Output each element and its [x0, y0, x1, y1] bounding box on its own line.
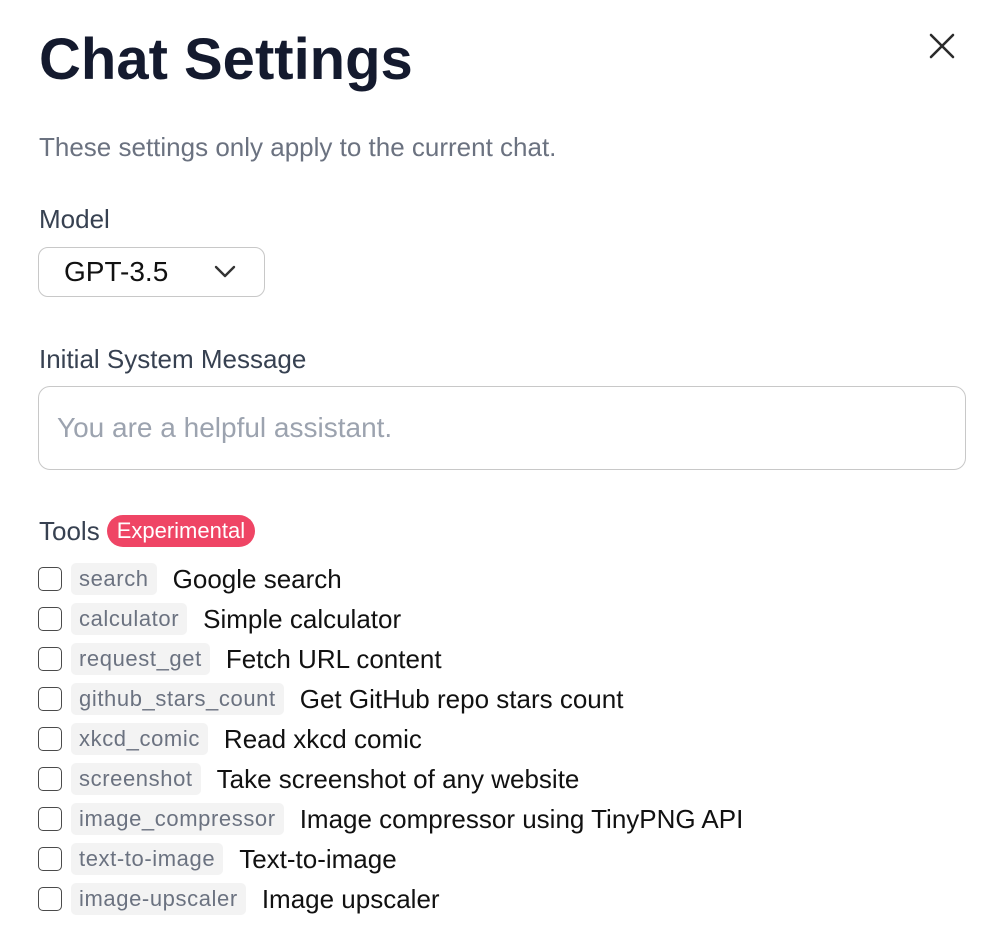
tool-checkbox[interactable] [38, 887, 62, 911]
tool-item: screenshot Take screenshot of any websit… [38, 759, 743, 799]
tool-description: Simple calculator [203, 604, 402, 634]
tools-list: search Google search calculator Simple c… [38, 559, 743, 919]
tool-code: github_stars_count [71, 683, 284, 715]
tool-code: search [71, 563, 157, 595]
chat-settings-dialog: Chat Settings These settings only apply … [0, 0, 994, 942]
chevron-down-icon [214, 265, 236, 278]
system-message-input[interactable] [38, 386, 966, 470]
tool-item: calculator Simple calculator [38, 599, 743, 639]
dialog-subtitle: These settings only apply to the current… [39, 132, 557, 162]
tool-description: Take screenshot of any website [216, 764, 580, 794]
tool-checkbox[interactable] [38, 807, 62, 831]
tool-item: image_compressor Image compressor using … [38, 799, 743, 839]
tool-checkbox[interactable] [38, 767, 62, 791]
tool-item: github_stars_count Get GitHub repo stars… [38, 679, 743, 719]
experimental-badge: Experimental [106, 515, 256, 547]
tool-item: xkcd_comic Read xkcd comic [38, 719, 743, 759]
tool-item: search Google search [38, 559, 743, 599]
tool-checkbox[interactable] [38, 647, 62, 671]
tool-description: Google search [172, 564, 342, 594]
system-message-label: Initial System Message [39, 344, 307, 374]
tool-item: text-to-image Text-to-image [38, 839, 743, 879]
tool-description: Image compressor using TinyPNG API [299, 804, 744, 834]
tool-code: image-upscaler [71, 883, 246, 915]
tool-description: Image upscaler [261, 884, 440, 914]
tool-code: screenshot [71, 763, 201, 795]
close-icon [929, 33, 955, 59]
tool-checkbox[interactable] [38, 607, 62, 631]
tool-item: image-upscaler Image upscaler [38, 879, 743, 919]
tool-description: Text-to-image [239, 844, 397, 874]
model-label: Model [39, 204, 110, 234]
tool-item: request_get Fetch URL content [38, 639, 743, 679]
tool-code: xkcd_comic [71, 723, 208, 755]
tool-code: image_compressor [71, 803, 284, 835]
tool-checkbox[interactable] [38, 727, 62, 751]
close-button[interactable] [922, 26, 962, 66]
tool-checkbox[interactable] [38, 847, 62, 871]
tool-description: Get GitHub repo stars count [299, 684, 624, 714]
tool-code: calculator [71, 603, 188, 635]
tool-code: request_get [71, 643, 210, 675]
tool-description: Fetch URL content [225, 644, 442, 674]
tool-description: Read xkcd comic [223, 724, 422, 754]
dialog-title: Chat Settings [39, 27, 413, 92]
tool-checkbox[interactable] [38, 567, 62, 591]
tools-header: Tools Experimental [39, 514, 256, 548]
model-selected-value: GPT-3.5 [64, 256, 169, 287]
model-select[interactable]: GPT-3.5 [38, 247, 265, 297]
tool-code: text-to-image [71, 843, 224, 875]
tools-label: Tools [39, 516, 100, 546]
tool-checkbox[interactable] [38, 687, 62, 711]
